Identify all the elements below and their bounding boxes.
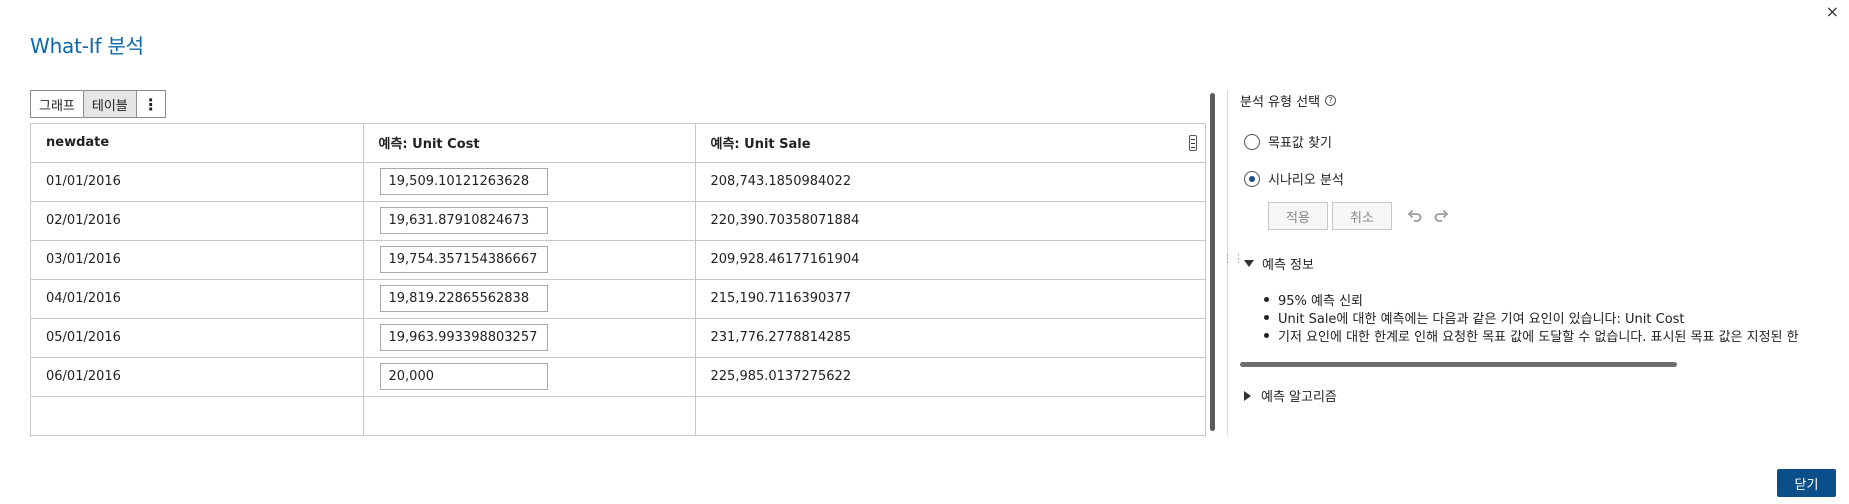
radio-scenario-analysis[interactable]: 시나리오 분석 [1244, 169, 1344, 188]
unit-cost-input[interactable] [379, 246, 548, 273]
table-row: 03/01/2016 209,928.46177161904 [31, 240, 1205, 280]
list-item: 95% 예측 신뢰 [1264, 290, 1820, 309]
column-header-label: 예측: Unit Sale [710, 137, 811, 153]
date-cell: 03/01/2016 [31, 240, 364, 280]
dialog-title: What-If 분석 [30, 34, 144, 58]
analysis-type-heading: 분석 유형 선택 ? [1240, 90, 1820, 110]
unit-cost-cell [363, 279, 696, 319]
date-cell: 02/01/2016 [31, 201, 364, 241]
unit-sale-cell: 215,190.7116390377 [695, 279, 1205, 319]
table-row: 06/01/2016 225,985.0137275622 [31, 357, 1205, 397]
unit-cost-cell [363, 201, 696, 241]
column-menu-icon[interactable] [1189, 135, 1197, 151]
forecast-info-title: 예측 정보 [1262, 258, 1314, 273]
cancel-button[interactable]: 취소 [1332, 202, 1392, 230]
unit-cost-cell [363, 162, 696, 202]
info-horizontal-scrollbar[interactable] [1240, 362, 1677, 367]
table-header-row: newdate 예측: Unit Cost 예측: Unit Sale [31, 124, 1205, 163]
unit-cost-cell [363, 318, 696, 358]
date-cell: 01/01/2016 [31, 162, 364, 202]
forecast-algorithm-title: 예측 알고리즘 [1261, 390, 1337, 405]
more-options-icon[interactable]: ⋮ [135, 90, 166, 118]
graph-tab-button[interactable]: 그래프 [30, 90, 84, 118]
radio-label: 목표값 찾기 [1268, 136, 1332, 151]
radio-button-icon[interactable] [1244, 133, 1260, 150]
table-row: 02/01/2016 220,390.70358071884 [31, 201, 1205, 241]
analysis-type-label: 분석 유형 선택 [1240, 94, 1321, 110]
analysis-panel: 분석 유형 선택 ? 목표값 찾기 시나리오 분석 적용 취소 예측 정보 95… [1240, 90, 1820, 420]
caret-down-icon [1244, 260, 1254, 267]
forecast-info-toggle[interactable]: 예측 정보 [1244, 254, 1314, 273]
scenario-actions: 적용 취소 [1268, 202, 1452, 230]
table-row-empty [31, 396, 1205, 436]
list-item: 기저 요인에 대한 한계로 인해 요청한 목표 값에 도달할 수 없습니다. 표… [1264, 326, 1820, 345]
table-row: 05/01/2016 231,776.2778814285 [31, 318, 1205, 358]
date-cell: 06/01/2016 [31, 357, 364, 397]
view-toolbar: 그래프 테이블 ⋮ [30, 90, 166, 118]
apply-button[interactable]: 적용 [1268, 202, 1328, 230]
radio-goal-seek[interactable]: 목표값 찾기 [1244, 132, 1332, 151]
forecast-info-list: 95% 예측 신뢰 Unit Sale에 대한 예측에는 다음과 같은 기여 요… [1264, 290, 1820, 345]
column-header-unit-cost[interactable]: 예측: Unit Cost [363, 124, 696, 163]
unit-cost-input[interactable] [379, 168, 548, 195]
undo-icon[interactable] [1404, 205, 1426, 227]
unit-cost-cell [363, 240, 696, 280]
table-vertical-scrollbar[interactable] [1210, 93, 1215, 431]
empty-cell [695, 396, 1205, 436]
radio-label: 시나리오 분석 [1268, 173, 1344, 188]
unit-sale-cell: 209,928.46177161904 [695, 240, 1205, 280]
unit-cost-input[interactable] [379, 363, 548, 390]
date-cell: 04/01/2016 [31, 279, 364, 319]
radio-button-selected-icon[interactable] [1244, 170, 1260, 187]
unit-cost-cell [363, 357, 696, 397]
unit-sale-cell: 225,985.0137275622 [695, 357, 1205, 397]
unit-cost-input[interactable] [379, 285, 548, 312]
empty-cell [31, 396, 364, 436]
list-item: Unit Sale에 대한 예측에는 다음과 같은 기여 요인이 있습니다: U… [1264, 308, 1820, 327]
forecast-table: newdate 예측: Unit Cost 예측: Unit Sale 01/0… [30, 123, 1206, 437]
close-icon[interactable]: × [1826, 4, 1839, 20]
unit-sale-cell: 231,776.2778814285 [695, 318, 1205, 358]
column-header-unit-sale[interactable]: 예측: Unit Sale [695, 124, 1205, 163]
table-row: 04/01/2016 215,190.7116390377 [31, 279, 1205, 319]
unit-cost-input[interactable] [379, 324, 548, 351]
unit-sale-cell: 220,390.70358071884 [695, 201, 1205, 241]
unit-sale-cell: 208,743.1850984022 [695, 162, 1205, 202]
column-header-newdate[interactable]: newdate [31, 124, 364, 163]
empty-cell [363, 396, 696, 436]
caret-right-icon [1244, 390, 1251, 401]
close-button[interactable]: 닫기 [1777, 469, 1836, 497]
redo-icon[interactable] [1430, 205, 1452, 227]
help-icon[interactable]: ? [1325, 94, 1337, 106]
forecast-algorithm-toggle[interactable]: 예측 알고리즘 [1244, 386, 1337, 405]
date-cell: 05/01/2016 [31, 318, 364, 358]
table-row: 01/01/2016 208,743.1850984022 [31, 162, 1205, 202]
unit-cost-input[interactable] [379, 207, 548, 234]
table-tab-button[interactable]: 테이블 [82, 90, 137, 118]
